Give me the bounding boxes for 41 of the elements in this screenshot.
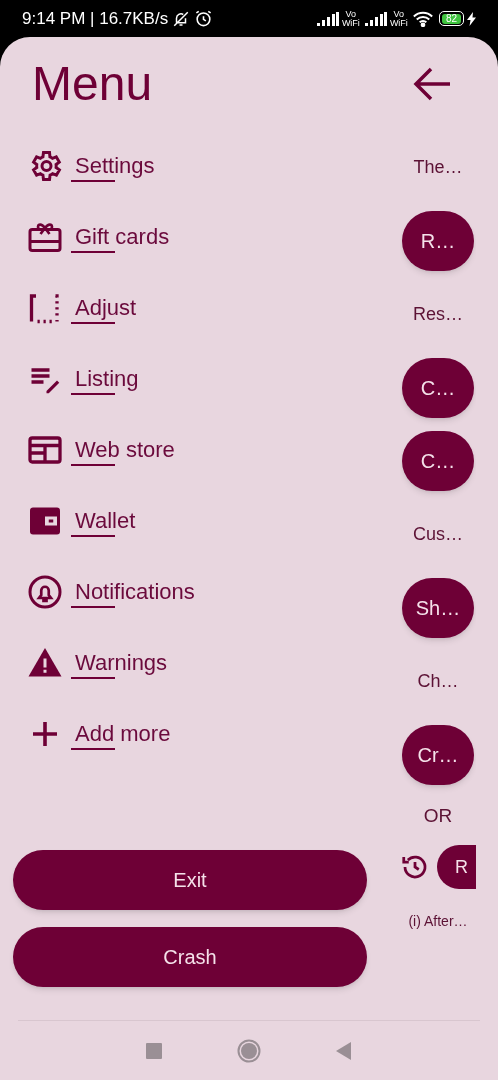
home-icon[interactable]: [237, 1038, 261, 1063]
menu-item[interactable]: Settings: [0, 130, 400, 201]
status-time: 9:14 PM | 16.7KB/s: [22, 7, 169, 30]
side-button[interactable]: C…: [402, 430, 474, 491]
alarm-icon: [194, 9, 214, 28]
info-note: (i) After…: [408, 911, 468, 931]
charging-icon: [467, 11, 476, 26]
network-label: Vo: [393, 9, 405, 19]
side-button[interactable]: Sh…: [402, 577, 474, 638]
side-button[interactable]: R…: [402, 210, 474, 271]
action-button[interactable]: Exit: [13, 850, 367, 910]
side-button[interactable]: Cr…: [402, 724, 474, 785]
signal-icon: [364, 11, 387, 26]
side-label: Ch…: [417, 669, 459, 693]
menu-item[interactable]: Add more: [0, 698, 400, 769]
menu-item[interactable]: Wallet: [0, 485, 400, 556]
side-label: Res…: [413, 302, 463, 326]
or-label: OR: [423, 803, 453, 828]
side-button[interactable]: C…: [402, 357, 474, 418]
page-title: Menu: [32, 55, 154, 112]
menu-item[interactable]: Listing: [0, 343, 400, 414]
menu-item[interactable]: Web store: [0, 414, 400, 485]
bell-icon: [27, 573, 63, 610]
menu-item[interactable]: Gift cards: [0, 201, 400, 272]
back-icon[interactable]: [336, 1041, 353, 1060]
back-arrow-icon: [413, 66, 451, 101]
network-label: WiFi: [389, 18, 408, 28]
side-label: The…: [413, 155, 463, 179]
recents-icon[interactable]: [145, 1042, 162, 1059]
battery-icon: 82: [438, 11, 464, 26]
network-label: Vo: [345, 9, 357, 19]
side-label: Cus…: [413, 522, 463, 546]
wifi-icon: [412, 10, 433, 27]
menu-item[interactable]: Adjust: [0, 272, 400, 343]
menu-item[interactable]: Warnings: [0, 627, 400, 698]
menu-item[interactable]: Notifications: [0, 556, 400, 627]
action-button[interactable]: Crash: [13, 927, 367, 987]
side-button[interactable]: R: [437, 845, 476, 889]
signal-icon: [316, 11, 339, 26]
bell-off-icon: [172, 9, 191, 28]
network-label: WiFi: [341, 18, 360, 28]
